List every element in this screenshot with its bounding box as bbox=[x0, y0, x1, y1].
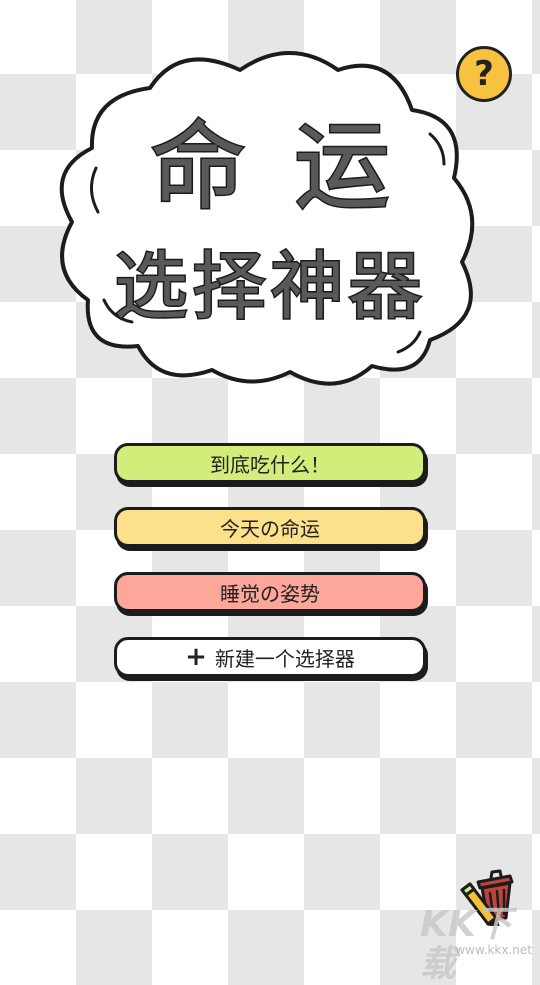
watermark-url: www.kkx.net bbox=[455, 943, 532, 957]
watermark: KK下载 www.kkx.net bbox=[420, 905, 538, 985]
menu-button-label: 今天の命运 bbox=[220, 516, 320, 541]
menu-button-sleep[interactable]: 睡觉の姿势 bbox=[114, 572, 426, 612]
menu-button-eat[interactable]: 到底吃什么！ bbox=[114, 443, 426, 483]
plus-icon: + bbox=[185, 642, 207, 672]
new-chooser-label: 新建一个选择器 bbox=[214, 646, 355, 671]
menu-button-label: 到底吃什么！ bbox=[210, 452, 330, 477]
title-line-1: 命运 bbox=[149, 111, 438, 224]
title-line-2: 选择神器 bbox=[113, 243, 426, 332]
new-chooser-button[interactable]: + 新建一个选择器 bbox=[114, 637, 426, 677]
menu-button-label: 睡觉の姿势 bbox=[220, 581, 320, 606]
menu-button-fate[interactable]: 今天の命运 bbox=[114, 507, 426, 547]
